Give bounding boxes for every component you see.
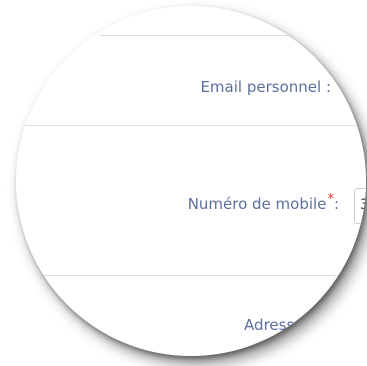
required-marker: * (304, 313, 312, 328)
row-divider (16, 125, 366, 126)
contact-form: Email personnel : Numéro de mobile*: 3 A… (16, 6, 366, 356)
row-divider (100, 35, 366, 36)
numero-mobile-input[interactable]: 3 (354, 188, 366, 224)
numero-mobile-label: Numéro de mobile*: (187, 192, 339, 213)
magnifier-lens: Email personnel : Numéro de mobile*: 3 A… (16, 6, 366, 356)
adresse-label: Adresse* (244, 313, 312, 334)
email-personnel-label: Email personnel : (200, 78, 331, 96)
magnified-form-view: Email personnel : Numéro de mobile*: 3 A… (0, 0, 367, 366)
required-marker: * (327, 192, 334, 207)
email-personnel-input[interactable] (350, 70, 366, 106)
row-divider (16, 275, 366, 276)
